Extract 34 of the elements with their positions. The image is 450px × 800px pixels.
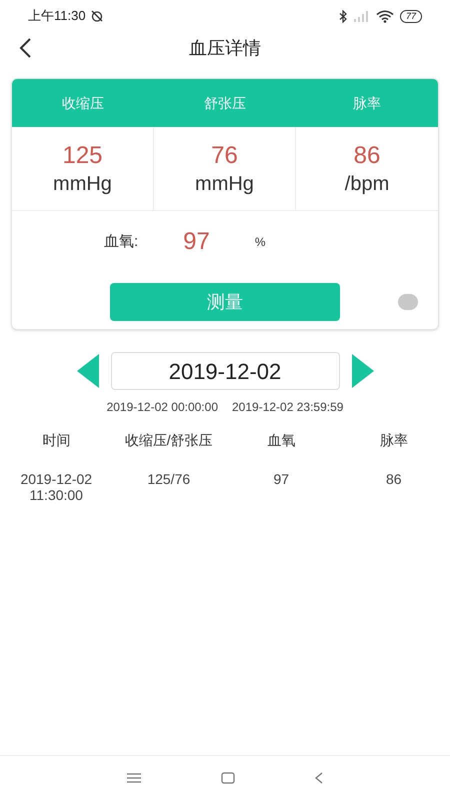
- oxygen-unit: %: [254, 234, 266, 251]
- metric-value: 86: [354, 140, 380, 170]
- oxygen-label: 血氧:: [104, 232, 138, 252]
- metric-label: 舒张压: [203, 94, 247, 112]
- status-time: 上午11:30: [28, 7, 86, 26]
- date-field[interactable]: 2019-12-02: [110, 352, 340, 390]
- signal-icon: [354, 10, 370, 22]
- back-nav-icon[interactable]: [315, 772, 323, 784]
- table-cell-text: 97: [272, 471, 290, 489]
- metric-label: 收缩压: [61, 94, 105, 112]
- metric-value: 125: [62, 140, 103, 170]
- metric-value: 76: [211, 140, 238, 170]
- range-end: 2019-12-02 23:59:59: [232, 399, 344, 416]
- table-cell-text: 125/76: [146, 471, 192, 489]
- menu-icon[interactable]: [127, 773, 141, 783]
- metric-label: 脉率: [352, 94, 382, 112]
- table-cell-text: 86: [384, 471, 403, 489]
- table-cell-text: 2019-12-02 11:30:00: [19, 471, 94, 503]
- home-icon[interactable]: [221, 772, 235, 784]
- bluetooth-icon: [338, 10, 348, 22]
- back-icon[interactable]: [18, 38, 32, 58]
- metric-unit: /bpm: [344, 172, 390, 196]
- column-header: 血氧: [266, 431, 296, 450]
- column-header: 脉率: [378, 431, 409, 450]
- alarm-off-icon: [90, 9, 104, 23]
- battery-indicator: 77: [400, 10, 422, 22]
- wifi-icon: [376, 10, 394, 22]
- column-header: 收缩压/舒张压: [124, 431, 214, 450]
- metric-unit: mmHg: [195, 172, 254, 196]
- range-start: 2019-12-02 00:00:00: [106, 399, 218, 416]
- metric-unit: mmHg: [53, 172, 112, 196]
- oxygen-value: 97: [183, 227, 210, 257]
- page-title: 血压详情: [189, 36, 261, 60]
- column-header: 时间: [41, 431, 72, 450]
